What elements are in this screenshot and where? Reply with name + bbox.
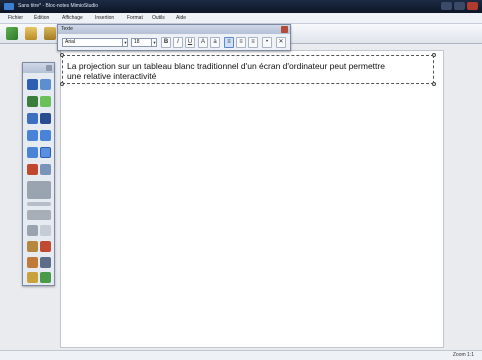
spotlight-icon[interactable] [40, 225, 51, 236]
grow-font-icon[interactable]: A [198, 37, 208, 48]
font-family-select[interactable]: Arial [62, 38, 128, 47]
delete-icon[interactable] [40, 241, 51, 252]
select-arrow-icon[interactable] [27, 79, 38, 90]
text-line: une relative interactivité [67, 71, 157, 81]
gallery-icon[interactable] [27, 241, 38, 252]
rectangle-icon[interactable] [27, 130, 38, 141]
window-title: Sans titre* - Bloc-notes MimioStudio [18, 3, 99, 9]
app-logo-icon [4, 3, 14, 10]
panel-titlebar[interactable]: Texte [58, 25, 290, 34]
chevron-down-icon[interactable]: ▼ [151, 38, 157, 47]
print-icon[interactable] [44, 27, 56, 40]
panel-title: Texte [61, 26, 73, 32]
menu-outils[interactable]: Outils [152, 15, 165, 21]
menu-affichage[interactable]: Affichage [62, 15, 83, 21]
eraser-icon[interactable] [27, 113, 38, 124]
transparency-grid-icon[interactable] [27, 210, 51, 220]
resize-handle[interactable] [60, 53, 64, 57]
menu-fichier[interactable]: Fichier [8, 15, 23, 21]
bullets-icon[interactable]: • [262, 37, 272, 48]
underline-icon[interactable]: U [185, 37, 195, 48]
close-icon[interactable] [46, 65, 52, 71]
thickness-slider-icon[interactable] [27, 202, 51, 206]
menu-insertion[interactable]: Insertion [95, 15, 114, 21]
close-button[interactable] [467, 2, 478, 10]
text-format-panel: Texte Arial ▼ 18 ▼ B I U A a ≡ ≡ ≡ • ✕ [57, 24, 291, 51]
tools-palette [22, 62, 55, 286]
clear-format-icon[interactable]: ✕ [276, 37, 286, 48]
hand-tool-icon[interactable] [27, 225, 38, 236]
title-bar: Sans titre* - Bloc-notes MimioStudio [0, 0, 482, 13]
palette-titlebar[interactable] [23, 63, 54, 73]
highlighter-icon[interactable] [40, 96, 51, 107]
resize-handle[interactable] [60, 82, 64, 86]
menu-aide[interactable]: Aide [176, 15, 186, 21]
back-arrow-icon[interactable] [6, 27, 18, 40]
image-icon[interactable] [40, 164, 51, 175]
close-icon[interactable] [281, 26, 288, 33]
shape-recognizer-icon[interactable] [27, 164, 38, 175]
text-line: La projection sur un tableau blanc tradi… [67, 61, 385, 71]
minimize-button[interactable] [441, 2, 452, 10]
text-content[interactable]: La projection sur un tableau blanc tradi… [67, 61, 427, 81]
menu-format[interactable]: Format [127, 15, 143, 21]
chevron-down-icon[interactable]: ▼ [122, 38, 128, 47]
align-right-icon[interactable]: ≡ [248, 37, 258, 48]
resize-handle[interactable] [432, 82, 436, 86]
record-icon[interactable] [27, 272, 38, 283]
whiteboard-canvas[interactable] [60, 50, 444, 348]
zoom-level[interactable]: Zoom 1:1 [453, 352, 474, 358]
color-swatch-icon[interactable] [27, 181, 51, 199]
menu-edition[interactable]: Édition [34, 15, 49, 21]
menu-bar: Fichier Édition Affichage Insertion Form… [0, 13, 482, 24]
triangle-icon[interactable] [27, 147, 38, 158]
reveal-icon[interactable] [27, 257, 38, 268]
gesture-icon[interactable] [40, 272, 51, 283]
monitor-icon[interactable] [40, 257, 51, 268]
ellipse-icon[interactable] [40, 130, 51, 141]
zoom-icon[interactable] [40, 79, 51, 90]
pen-icon[interactable] [27, 96, 38, 107]
resize-handle[interactable] [432, 53, 436, 57]
line-icon[interactable] [40, 113, 51, 124]
status-bar: Zoom 1:1 [0, 350, 482, 360]
text-object[interactable]: La projection sur un tableau blanc tradi… [60, 53, 436, 86]
maximize-button[interactable] [454, 2, 465, 10]
italic-icon[interactable]: I [173, 37, 183, 48]
align-left-icon[interactable]: ≡ [224, 37, 234, 48]
text-tool-icon[interactable] [40, 147, 51, 158]
align-center-icon[interactable]: ≡ [236, 37, 246, 48]
save-icon[interactable] [25, 27, 37, 40]
bold-icon[interactable]: B [161, 37, 171, 48]
shrink-font-icon[interactable]: a [210, 37, 220, 48]
